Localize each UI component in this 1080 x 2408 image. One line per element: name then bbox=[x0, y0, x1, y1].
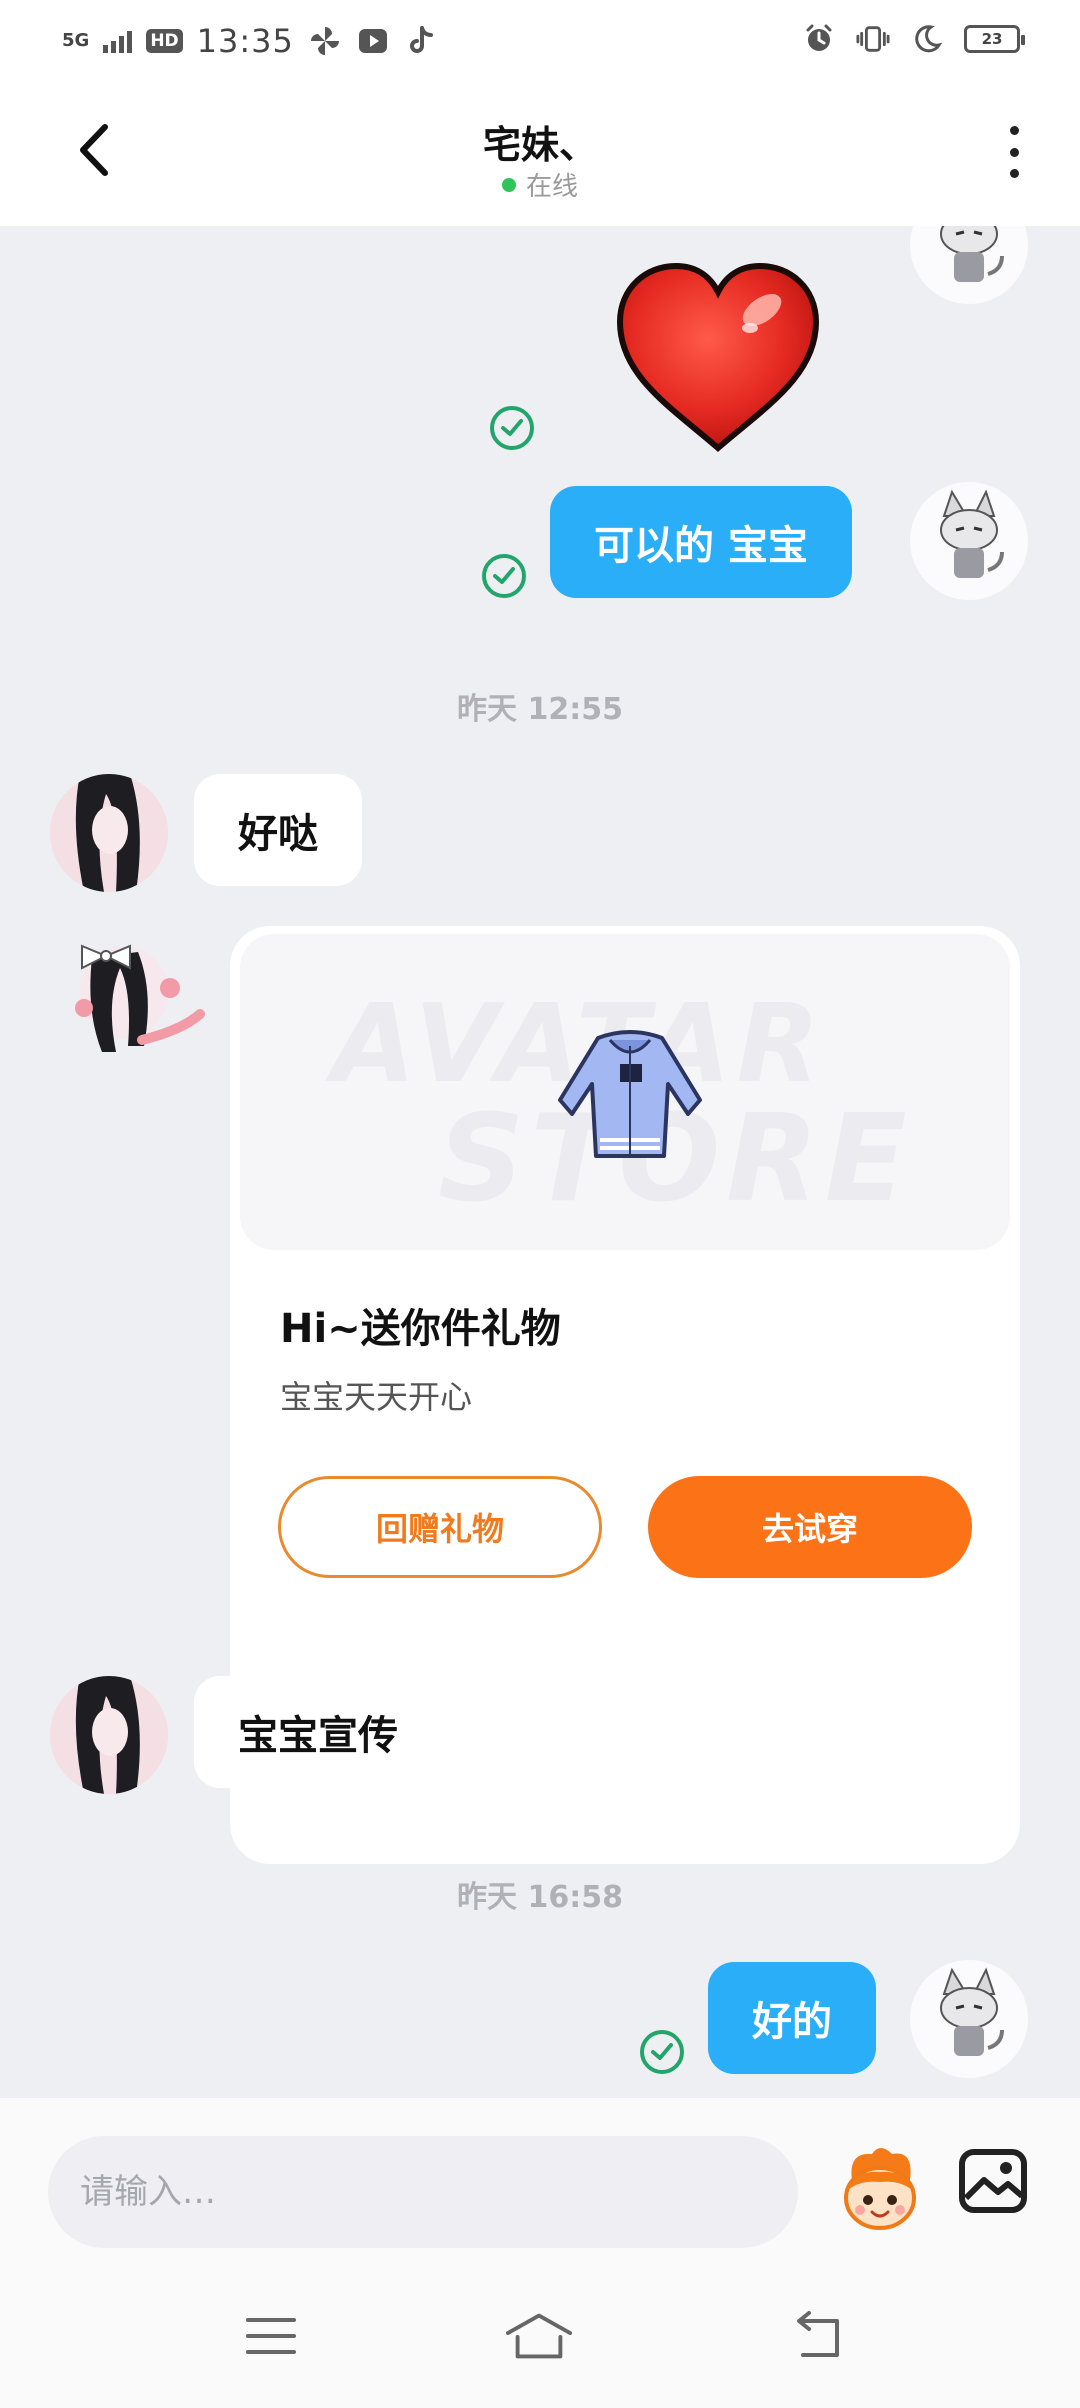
battery-icon: 23 bbox=[964, 25, 1025, 53]
alarm-icon bbox=[802, 22, 836, 56]
try-on-button[interactable]: 去试穿 bbox=[648, 1476, 972, 1578]
return-gift-button[interactable]: 回赠礼物 bbox=[278, 1476, 602, 1578]
online-text: 在线 bbox=[525, 172, 578, 202]
home-icon bbox=[505, 2313, 573, 2359]
gift-subtitle: 宝宝天天开心 bbox=[280, 1378, 473, 1416]
message-bubble-incoming[interactable]: 好哒 bbox=[194, 774, 362, 886]
gift-title: Hi~送你件礼物 bbox=[280, 1306, 561, 1352]
my-avatar[interactable] bbox=[910, 482, 1028, 600]
contact-avatar[interactable] bbox=[50, 774, 168, 892]
status-left: 5G HD 13:35 bbox=[62, 22, 438, 60]
more-vertical-icon bbox=[1009, 126, 1019, 178]
status-time: 13:35 bbox=[196, 22, 294, 60]
emoji-mascot-icon bbox=[844, 2148, 916, 2230]
pinwheel-icon bbox=[308, 24, 342, 58]
gift-hero: AVATAR STORE bbox=[240, 934, 1010, 1250]
message-input[interactable] bbox=[48, 2136, 798, 2248]
heart-sticker[interactable] bbox=[612, 258, 824, 458]
menu-button[interactable] bbox=[236, 2306, 306, 2366]
video-play-icon bbox=[356, 24, 390, 58]
status-right: 23 bbox=[802, 22, 1025, 56]
image-icon bbox=[959, 2149, 1027, 2213]
signal-icon bbox=[103, 29, 133, 53]
input-bar bbox=[0, 2098, 1080, 2270]
emoji-button[interactable] bbox=[830, 2140, 930, 2240]
message-bubble-outgoing[interactable]: 可以的 宝宝 bbox=[550, 486, 852, 598]
chat-title: 宅妹、 bbox=[482, 123, 597, 167]
home-button[interactable] bbox=[504, 2306, 574, 2366]
contact-avatar[interactable] bbox=[50, 1676, 168, 1794]
timestamp: 昨天 12:55 bbox=[457, 692, 623, 727]
moon-icon bbox=[910, 22, 944, 56]
return-button[interactable] bbox=[786, 2306, 856, 2366]
tiktok-icon bbox=[404, 24, 438, 58]
chat-area[interactable]: 可以的 宝宝 昨天 12:55 好哒 AVATAR STORE Hi~送你件礼物… bbox=[0, 226, 1080, 2098]
hd-badge: HD bbox=[146, 29, 183, 53]
menu-icon bbox=[246, 2318, 296, 2354]
more-button[interactable] bbox=[994, 120, 1034, 184]
network-label: 5G bbox=[62, 30, 90, 51]
sent-check-icon bbox=[482, 554, 526, 598]
system-nav-bar bbox=[0, 2270, 1080, 2408]
online-status: 在线 bbox=[0, 166, 1080, 203]
status-bar: 5G HD 13:35 23 bbox=[0, 0, 1080, 86]
hoodie-image bbox=[540, 1024, 720, 1168]
vibrate-icon bbox=[856, 22, 890, 56]
my-avatar[interactable] bbox=[910, 1960, 1028, 2078]
image-button[interactable] bbox=[958, 2146, 1028, 2216]
timestamp: 昨天 16:58 bbox=[457, 1880, 623, 1915]
sent-check-icon bbox=[490, 406, 534, 450]
contact-sticker-avatar[interactable] bbox=[52, 922, 212, 1082]
message-bubble-outgoing[interactable]: 好的 bbox=[708, 1962, 876, 2074]
message-bubble-incoming[interactable]: 宝宝宣传 bbox=[194, 1676, 442, 1788]
online-dot bbox=[501, 177, 516, 192]
chat-header: 宅妹、 在线 bbox=[0, 86, 1080, 226]
sent-check-icon bbox=[640, 2030, 684, 2074]
my-avatar[interactable] bbox=[910, 226, 1028, 304]
return-icon bbox=[797, 2311, 839, 2357]
